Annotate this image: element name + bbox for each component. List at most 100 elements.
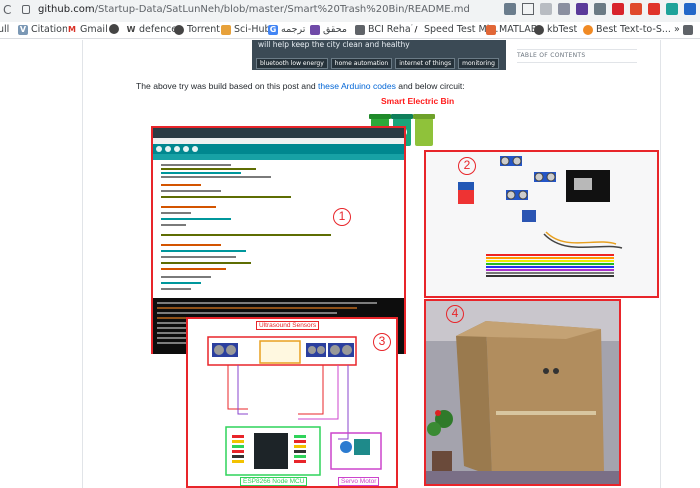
folder-icon [682,24,693,35]
bookmark-label: Sci-Hub [234,24,271,35]
bookmark-label: ull [0,24,10,35]
star-icon[interactable] [522,3,534,15]
bookmark-label: Torrent [187,24,221,35]
matlab-icon [486,24,496,35]
esp8266-board [254,433,288,469]
url-path: /Startup-Data/SatLunNeh/blob/master/Smar… [94,4,470,15]
servo-motor [522,210,536,222]
globe-icon [174,24,184,35]
ide-toolbar [153,144,404,154]
components-photo: 2 [424,150,659,298]
bookmark-label: BCI Rehab [368,24,417,35]
content-border-left [82,40,83,488]
bookmark-label: defence [139,24,178,35]
folder-icon [355,24,365,35]
banner-text: will help keep the city clean and health… [258,40,410,49]
bookmark-label: Best Text-to-S... [596,24,671,35]
w-icon: W [126,24,136,35]
mail-extension-icon[interactable] [612,3,624,15]
jumper-wires [486,254,614,277]
red-extension-icon[interactable] [630,3,642,15]
paragraph-text: The above try was build based on this po… [136,81,319,91]
ultrasonic-sensor-icon [506,190,528,200]
ultrasonic-sensor-icon [534,172,556,182]
bookmark-translate[interactable]: G ترجمه [268,24,305,35]
bookmark-apps[interactable]: ull [0,24,9,35]
project-banner: will help keep the city clean and health… [252,40,506,70]
bookmark-label: محقق [323,24,347,35]
bookmark-citation[interactable]: V Citation [18,24,68,35]
bookmark-globe[interactable] [109,24,119,34]
lock-icon[interactable] [22,5,30,14]
bookmark-label: kbTest [547,24,578,35]
prototype-photo: 4 [424,299,621,486]
panel-number-4: 4 [446,305,464,323]
lime-bin-icon [413,114,435,146]
circuit-schematic: Ultrasound Sensors 3 ESP8266 Node MCU Se… [186,317,398,488]
url-field[interactable]: github.com/Startup-Data/SatLunNeh/blob/m… [38,4,470,15]
ultrasonic-sensor-icon [500,156,522,166]
banner-tag[interactable]: internet of things [395,58,456,69]
electronic-components-illustration [458,156,623,277]
bookmark-gmail[interactable]: M Gmail [67,24,108,35]
address-bar: C github.com/Startup-Data/SatLunNeh/blob… [0,0,700,22]
cardboard-box [486,321,604,476]
cardboard-bin-photo [426,301,619,484]
bookmark-defence[interactable]: W defence [126,24,177,35]
gmail-icon: M [67,24,77,35]
banner-tag[interactable]: bluetooth low energy [256,58,328,69]
servo-label: Servo Motor [338,477,380,486]
ultrasonic-sensor-icon [212,343,238,357]
panel-number-1: 1 [333,208,351,226]
bookmark-bci-rehab[interactable]: BCI Rehab [355,24,417,35]
blue-extension-icon[interactable] [684,3,696,15]
ultrasonic-sensor-icon [328,343,354,357]
bookmark-matlab[interactable]: MATLAB [486,24,537,35]
bookmark-mohaghegh[interactable]: محقق [310,24,347,35]
ide-titlebar [153,128,404,138]
translate-icon: G [268,24,278,35]
mcu-label: ESP8266 Node MCU [240,477,308,486]
tts-icon [583,24,593,35]
banner-tag[interactable]: monitoring [458,58,499,69]
bookmark-label: ترجمه [281,24,306,35]
globe-icon [109,24,119,34]
more-bookmarks-button[interactable]: » [674,24,693,35]
readme-paragraph: The above try was build based on this po… [136,81,465,91]
url-host: github.com [38,4,95,15]
ultrasonic-sensor-icon [306,343,326,357]
shield-extension-icon[interactable] [558,3,570,15]
bookmark-label: Citation [31,24,69,35]
globe-extension-icon[interactable] [594,3,606,15]
chevron-right-icon: » [674,24,680,35]
bookmark-torrent[interactable]: Torrent [174,24,220,35]
translate-icon[interactable] [504,3,516,15]
pdf-extension-icon[interactable] [648,3,660,15]
readme-page: will help keep the city clean and health… [0,40,700,488]
bookmark-label: Gmail [80,24,108,35]
bookmarks-bar: ull V Citation M Gmail W defence Torrent… [0,22,700,39]
scihub-icon [221,24,231,35]
bookmark-kbtest[interactable]: kbTest [534,24,577,35]
bookmark-scihub[interactable]: Sci-Hub [221,24,271,35]
paragraph-text: and below circuit: [395,81,465,91]
banner-tag[interactable]: home automation [330,58,393,69]
servo-icon [340,441,352,453]
schematic-drawing [207,336,382,476]
vpn-extension-icon[interactable] [576,3,588,15]
extension-icon[interactable] [540,3,552,15]
ide-code-area [153,160,404,298]
toc-divider [517,49,637,50]
banner-tags: bluetooth low energy home automation int… [256,58,499,69]
table-of-contents-heading[interactable]: TABLE OF CONTENTS [517,52,585,59]
figure-title: Smart Electric Bin [381,96,455,106]
reload-icon[interactable]: C [3,3,11,17]
bookmark-label: MATLAB [499,24,538,35]
bookmark-tts[interactable]: Best Text-to-S... [583,24,671,35]
extension-icons [504,3,696,15]
citation-icon: V [18,24,28,35]
globe-icon [534,24,544,35]
speedtest-icon: / [411,24,421,35]
arduino-codes-link[interactable]: these Arduino codes [318,81,396,91]
teal-extension-icon[interactable] [666,3,678,15]
